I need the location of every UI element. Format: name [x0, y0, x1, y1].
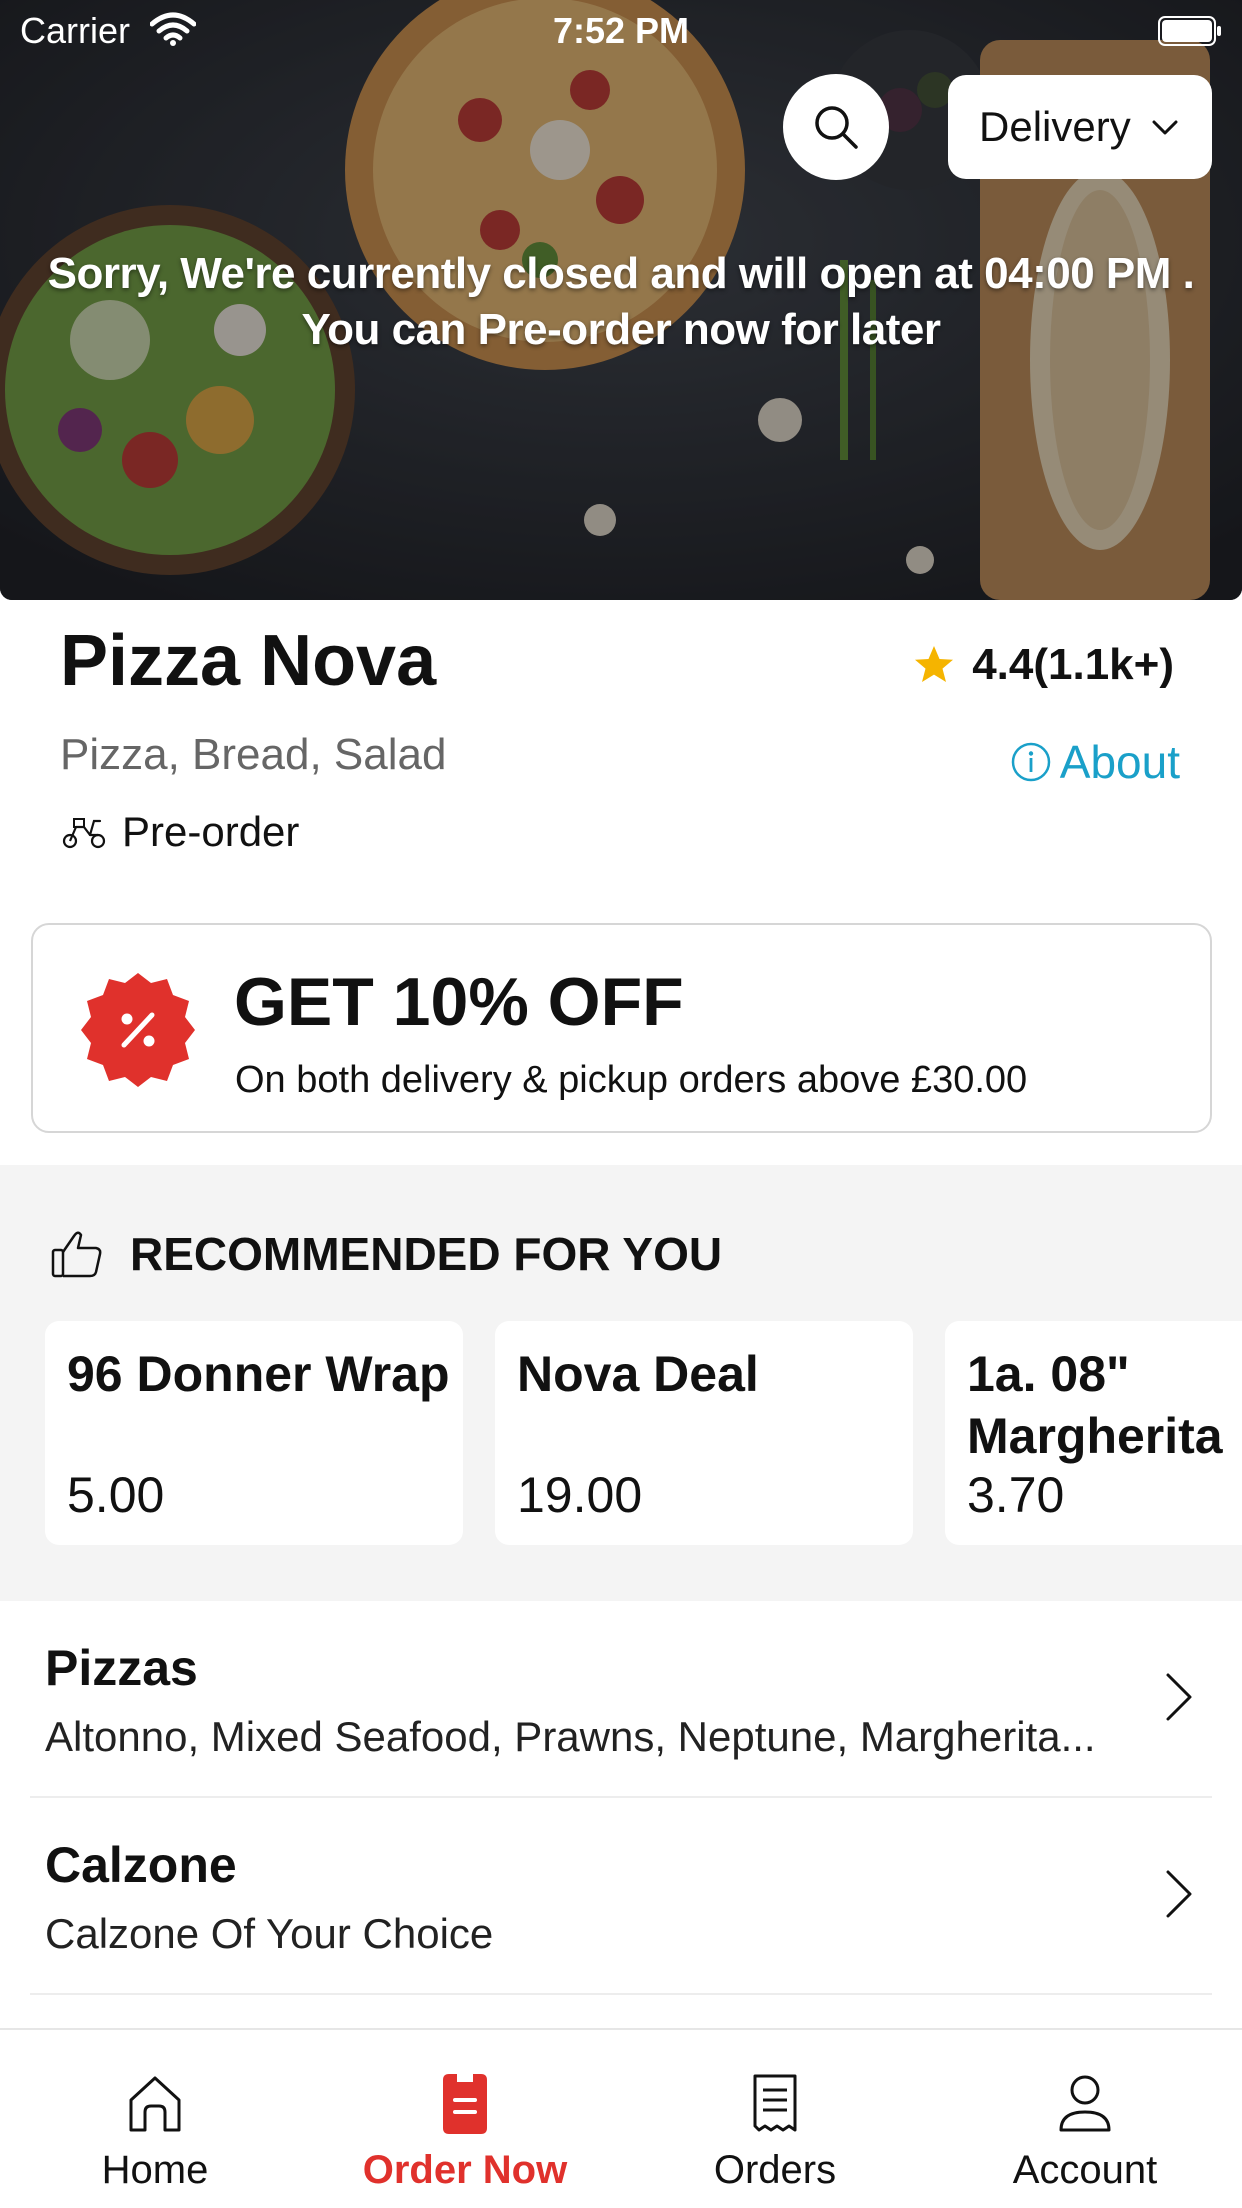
closed-notice-line1: Sorry, We're currently closed and will o… [47, 249, 1195, 298]
status-time: 7:52 PM [552, 10, 690, 51]
recommended-card[interactable]: 1a. 08" Margherita 3.70 [945, 1321, 1242, 1545]
category-description: Altonno, Mixed Seafood, Prawns, Neptune,… [45, 1713, 1096, 1760]
tab-label: Orders [713, 2148, 837, 2192]
tab-orders[interactable]: Orders [620, 2030, 930, 2208]
promo-title: GET 10% OFF [234, 964, 684, 1040]
restaurant-rating: 4.4(1.1k+) [912, 640, 1174, 690]
search-button[interactable] [783, 74, 889, 180]
delivery-mode-dropdown[interactable]: Delivery [948, 75, 1212, 179]
recommended-card[interactable]: Nova Deal 19.00 [495, 1321, 913, 1545]
closed-notice: Sorry, We're currently closed and will o… [0, 246, 1242, 358]
thumbs-up-icon [51, 1231, 102, 1278]
order-mode-label: Pre-order [122, 808, 300, 855]
recommended-header: RECOMMENDED FOR YOU [50, 1227, 722, 1281]
hero-banner: Carrier 7:52 PM Delivery Sorry, We're cu… [0, 0, 1242, 600]
recommended-item-name: Nova Deal [517, 1346, 759, 1402]
chevron-right-icon [1166, 1870, 1192, 1918]
tab-order-now[interactable]: Order Now [310, 2030, 620, 2208]
home-icon [129, 2076, 181, 2132]
scooter-icon [62, 818, 106, 849]
order-now-icon [443, 2074, 487, 2134]
tab-label: Home [101, 2148, 209, 2192]
status-bar: Carrier 7:52 PM [0, 0, 1242, 60]
recommended-item-price: 5.00 [67, 1467, 165, 1523]
about-link[interactable]: About [1010, 735, 1180, 789]
recommended-item-price: 19.00 [517, 1467, 643, 1523]
tab-home[interactable]: Home [0, 2030, 310, 2208]
delivery-mode-label: Delivery [979, 103, 1131, 150]
restaurant-cuisine: Pizza, Bread, Salad [60, 730, 447, 779]
closed-notice-line2: You can Pre-order now for later [301, 305, 941, 354]
recommended-section: RECOMMENDED FOR YOU 96 Donner Wrap 5.00 … [0, 1165, 1242, 1601]
user-icon [1059, 2075, 1111, 2132]
recommended-card[interactable]: 96 Donner Wrap 5.00 [45, 1321, 463, 1545]
recommended-item-name: 96 Donner Wrap [67, 1346, 450, 1402]
bottom-tab-bar: Home Order Now Orders Account [0, 2028, 1242, 2208]
rating-value: 4.4(1.1k+) [972, 640, 1174, 689]
battery-icon [1158, 16, 1221, 46]
promo-subtitle: On both delivery & pickup orders above £… [235, 1059, 1028, 1101]
order-mode: Pre-order [60, 808, 299, 856]
receipt-icon [753, 2074, 797, 2132]
info-icon [1011, 742, 1051, 782]
recommended-item-price: 3.70 [967, 1467, 1065, 1523]
category-name: Pizzas [45, 1640, 198, 1696]
recommended-item-name: 1a. 08" Margherita [967, 1346, 1223, 1464]
restaurant-name: Pizza Nova [60, 621, 437, 701]
chevron-down-icon [1152, 120, 1178, 135]
search-icon [815, 106, 858, 149]
about-label: About [1059, 736, 1180, 788]
star-icon [915, 646, 954, 682]
tab-label: Account [1012, 2148, 1158, 2192]
recommended-title: RECOMMENDED FOR YOU [130, 1228, 723, 1280]
category-name: Calzone [45, 1837, 237, 1893]
chevron-right-icon [1166, 1673, 1192, 1721]
discount-badge-icon [81, 973, 195, 1087]
tab-account[interactable]: Account [930, 2030, 1240, 2208]
tab-label: Order Now [362, 2148, 568, 2192]
category-row[interactable]: Calzone Calzone Of Your Choice [30, 1798, 1212, 1995]
category-description: Calzone Of Your Choice [45, 1910, 494, 1957]
promo-card[interactable]: GET 10% OFF On both delivery & pickup or… [31, 923, 1212, 1133]
category-row[interactable]: Pizzas Altonno, Mixed Seafood, Prawns, N… [30, 1601, 1212, 1798]
